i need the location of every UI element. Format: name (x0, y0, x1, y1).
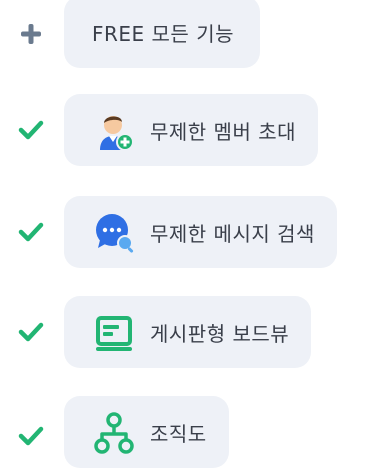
check-icon (14, 315, 48, 349)
feature-label-board-view: 게시판형 보드뷰 (150, 321, 290, 346)
feature-label-member-invite: 무제한 멤버 초대 (150, 119, 297, 144)
check-icon (14, 419, 48, 453)
org-chart-icon (92, 410, 136, 454)
feature-pill-member-invite: 무제한 멤버 초대 (64, 94, 319, 166)
board-view-icon (92, 310, 136, 354)
feature-label-org-chart: 조직도 (150, 421, 207, 446)
plus-icon (14, 17, 48, 51)
feature-pill-message-search: 무제한 메시지 검색 (64, 196, 337, 268)
member-invite-icon (92, 108, 136, 152)
check-icon (14, 113, 48, 147)
feature-label-message-search: 무제한 메시지 검색 (150, 221, 315, 246)
feature-pill-board-view: 게시판형 보드뷰 (64, 296, 312, 368)
check-icon (14, 215, 48, 249)
message-search-icon (92, 210, 136, 254)
free-all-features-pill: FREE 모든 기능 (64, 0, 260, 68)
free-all-features-label: FREE 모든 기능 (92, 21, 234, 46)
feature-pill-org-chart: 조직도 (64, 396, 229, 468)
